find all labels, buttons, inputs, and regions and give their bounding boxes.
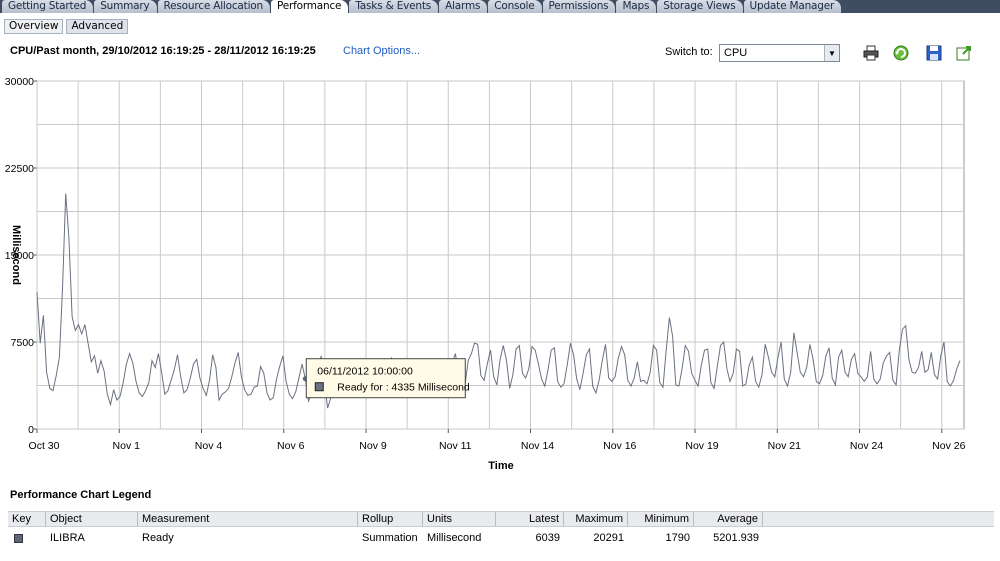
chevron-down-icon[interactable]: ▼ — [824, 45, 839, 61]
x-tick-label: Nov 1 — [113, 440, 141, 452]
tab-getting-started[interactable]: Getting Started — [2, 0, 94, 13]
legend-units: Millisecond — [427, 532, 482, 544]
tab-bar: Getting Started Summary Resource Allocatio… — [0, 0, 1000, 13]
tab-maps[interactable]: Maps — [616, 0, 657, 13]
legend-minimum: 1790 — [665, 532, 690, 544]
legend-table: Key Object Measurement Rollup Units Late… — [8, 511, 994, 546]
legend-object: ILIBRA — [50, 532, 85, 544]
x-tick-label: Nov 14 — [521, 440, 554, 452]
tab-performance[interactable]: Performance — [270, 0, 349, 13]
col-header-minimum[interactable]: Minimum — [628, 512, 694, 526]
view-toggle: Overview Advanced — [4, 19, 129, 34]
legend-key — [8, 530, 46, 546]
x-tick-label: Nov 26 — [932, 440, 965, 452]
switch-to-value: CPU — [724, 47, 748, 59]
tab-permissions[interactable]: Permissions — [542, 0, 616, 13]
y-tick-label: 0 — [28, 424, 34, 436]
tab-update-manager[interactable]: Update Manager — [743, 0, 842, 13]
legend-title: Performance Chart Legend — [10, 489, 152, 501]
tooltip-time: 06/11/2012 10:00:00 — [317, 366, 413, 378]
y-tick-label: 30000 — [5, 76, 34, 88]
switch-to-select[interactable]: CPU ▼ — [719, 44, 840, 62]
tab-alarms[interactable]: Alarms — [439, 0, 488, 13]
tooltip-swatch — [314, 382, 324, 392]
x-tick-label: Nov 21 — [768, 440, 801, 452]
x-tick-label: Nov 19 — [685, 440, 718, 452]
col-header-filler — [763, 512, 994, 526]
legend-average: 5201.939 — [713, 532, 759, 544]
legend-rollup: Summation — [362, 532, 418, 544]
print-icon[interactable] — [862, 44, 880, 62]
col-header-key[interactable]: Key — [8, 512, 46, 526]
col-header-average[interactable]: Average — [694, 512, 763, 526]
chart-title: CPU/Past month, 29/10/2012 16:19:25 - 28… — [10, 45, 316, 57]
col-header-object[interactable]: Object — [46, 512, 138, 526]
chart-options-link[interactable]: Chart Options... — [343, 45, 420, 57]
x-tick-label: Nov 24 — [850, 440, 883, 452]
x-tick-label: Oct 30 — [29, 440, 60, 452]
switch-to-label: Switch to: — [665, 46, 713, 58]
x-axis-label: Time — [488, 460, 513, 472]
legend-row[interactable]: ILIBRA Ready Summation Millisecond 6039 … — [8, 530, 994, 546]
x-tick-label: Nov 6 — [277, 440, 305, 452]
tab-tasks-events[interactable]: Tasks & Events — [349, 0, 439, 13]
y-tick-label: 7500 — [11, 337, 35, 349]
advanced-button[interactable]: Advanced — [66, 19, 129, 34]
x-tick-label: Nov 9 — [359, 440, 387, 452]
y-axis-label: Millisecond — [10, 225, 22, 285]
legend-measurement: Ready — [142, 532, 174, 544]
x-tick-label: Nov 16 — [603, 440, 636, 452]
x-tick-label: Nov 4 — [195, 440, 223, 452]
col-header-maximum[interactable]: Maximum — [564, 512, 628, 526]
legend-header-row: Key Object Measurement Rollup Units Late… — [8, 511, 994, 527]
col-header-rollup[interactable]: Rollup — [358, 512, 423, 526]
tab-console[interactable]: Console — [488, 0, 542, 13]
legend-latest: 6039 — [535, 532, 560, 544]
export-icon[interactable] — [955, 44, 973, 62]
tooltip-value: Ready for : 4335 Millisecond — [337, 382, 470, 394]
tab-storage-views[interactable]: Storage Views — [657, 0, 743, 13]
performance-chart: 07500150002250030000Oct 30 Nov 1 Nov 4 Nov … — [5, 76, 966, 472]
refresh-icon[interactable] — [892, 44, 910, 62]
overview-button[interactable]: Overview — [4, 19, 64, 34]
tab-resource-allocation[interactable]: Resource Allocation — [157, 0, 270, 13]
y-tick-label: 22500 — [5, 163, 34, 175]
save-icon[interactable] — [925, 44, 943, 62]
col-header-latest[interactable]: Latest — [496, 512, 564, 526]
col-header-measurement[interactable]: Measurement — [138, 512, 358, 526]
col-header-units[interactable]: Units — [423, 512, 496, 526]
legend-maximum: 20291 — [593, 532, 624, 544]
x-tick-label: Nov 11 — [439, 440, 472, 452]
tab-summary[interactable]: Summary — [94, 0, 157, 13]
series-color-swatch — [14, 533, 23, 543]
